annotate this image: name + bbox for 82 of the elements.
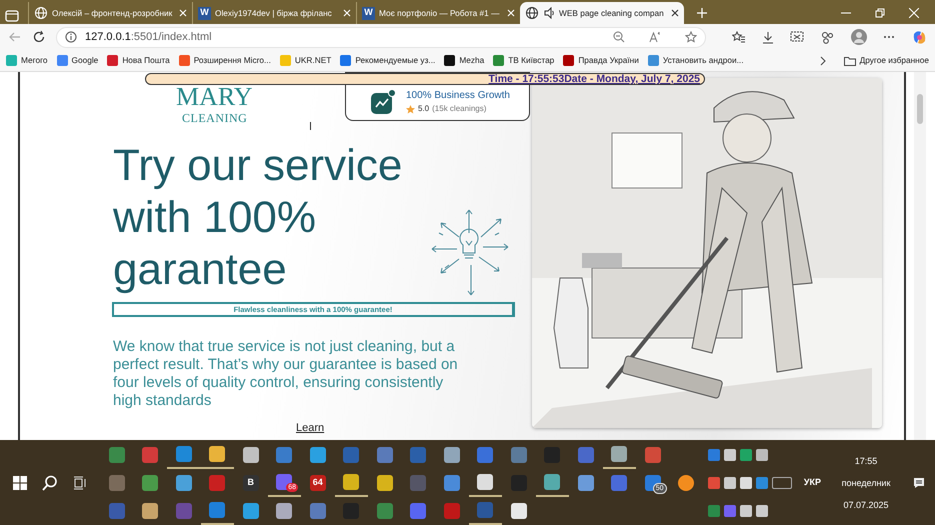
bookmark-icon: [107, 55, 118, 66]
speaker-icon[interactable]: [543, 7, 555, 19]
windows-start-icon[interactable]: [13, 476, 28, 490]
bookmark-item[interactable]: Google: [56, 54, 98, 67]
restore-icon[interactable]: [875, 8, 885, 18]
read-aloud-icon[interactable]: [649, 31, 661, 43]
tray-icon[interactable]: [724, 476, 736, 488]
word-logo-icon: W: [362, 6, 375, 20]
favorites-icon[interactable]: [732, 30, 745, 44]
clock-banner: Time - 17:55:53Date - Monday, July 7, 2025: [145, 73, 705, 85]
scrollbar[interactable]: [914, 72, 926, 440]
bookmark-icon: [56, 55, 68, 66]
tab-title: Моє портфоліо — Робота #1 —: [379, 8, 500, 18]
review-count: (15k cleanings): [432, 103, 486, 115]
headline: Try our service with 100% garantee: [113, 140, 404, 296]
clock-time: 17:55: [854, 454, 878, 468]
intro-paragraph: We know that true service is not just cleaning, but a perfect result. That’s why our guarantee is based on four levels of quality control, ensuring consistently high standards: [113, 338, 459, 410]
bookmark-icon: [444, 55, 456, 66]
reload-icon[interactable]: [32, 30, 46, 44]
tray-icon[interactable]: [756, 448, 768, 460]
card-title: 100% Business Growth: [406, 89, 510, 103]
download-icon[interactable]: [762, 30, 774, 44]
word-logo-icon: W: [198, 6, 211, 20]
learn-link[interactable]: Learn: [296, 422, 324, 435]
bookmark-folder[interactable]: Другое избранное: [844, 54, 929, 67]
tab-title: Olexiy1974dev | біржа фріланс: [215, 8, 332, 18]
screenshot-icon[interactable]: [790, 31, 804, 43]
bookmark-item[interactable]: Рекомендуемые уз...: [340, 54, 436, 67]
tab-actions-icon[interactable]: [4, 8, 20, 24]
bookmark-item[interactable]: Установить андрои...: [648, 54, 744, 67]
text-cursor-icon: [310, 122, 311, 130]
star-icon: [406, 104, 415, 114]
bookmark-icon: [493, 55, 504, 66]
bookmark-icon: [648, 55, 659, 66]
star-icon[interactable]: [685, 31, 697, 43]
tray-icon[interactable]: [772, 476, 792, 488]
tray-icon[interactable]: [740, 504, 752, 516]
task-view-icon[interactable]: [72, 476, 87, 490]
taskbar-app[interactable]: B: [234, 469, 268, 497]
more-icon[interactable]: [883, 35, 896, 39]
bookmark-icon: [340, 55, 352, 66]
bookmark-icon: [563, 55, 574, 66]
rating-value: 5.0: [418, 103, 430, 115]
tray-icon[interactable]: [724, 448, 736, 460]
search-icon[interactable]: [42, 474, 58, 490]
bookmark-item[interactable]: Мегого: [6, 54, 48, 67]
address-field[interactable]: 127.0.0.1:5501/index.html: [56, 26, 706, 48]
bookmark-icon: [6, 55, 17, 66]
chevron-icon[interactable]: [818, 56, 827, 66]
bookmark-item[interactable]: Mezha: [444, 54, 484, 67]
bookmark-item[interactable]: ТВ Київстар: [493, 54, 554, 67]
chart-growth-icon: [370, 88, 396, 114]
logo-tagline: CLEANING: [182, 110, 248, 127]
extensions-icon[interactable]: [820, 30, 834, 44]
new-tab-icon[interactable]: [696, 7, 708, 19]
bookmark-icon: [178, 55, 190, 66]
bookmark-item[interactable]: Розширення Micro...: [178, 54, 271, 67]
clock-weekday: понеделник: [840, 476, 892, 490]
info-icon[interactable]: [65, 31, 77, 43]
notification-icon[interactable]: [913, 476, 925, 488]
bookmark-item[interactable]: Нова Пошта: [107, 54, 170, 67]
bookmark-icon: [280, 55, 291, 66]
logo-name: MARY: [176, 84, 253, 110]
zoom-out-icon[interactable]: [613, 31, 625, 43]
url-text: 127.0.0.1:5501/index.html: [85, 30, 212, 45]
language-indicator[interactable]: УКР: [804, 476, 821, 490]
browser-tab[interactable]: WEB page cleaning compan: [520, 2, 684, 24]
tab-title: WEB page cleaning compan: [559, 8, 664, 18]
copilot-icon[interactable]: [912, 30, 927, 44]
tray-icon[interactable]: [740, 476, 752, 488]
globe-icon: [525, 6, 539, 20]
folder-icon: [844, 56, 856, 66]
bookmark-item[interactable]: Правда України: [563, 54, 639, 67]
close-icon[interactable]: [671, 9, 679, 17]
globe-icon: [34, 6, 48, 20]
bookmark-item[interactable]: UKR.NET: [280, 54, 332, 67]
tray-icon[interactable]: [740, 448, 752, 460]
taskbar-app[interactable]: 64: [301, 469, 334, 497]
clock-date-text: 07.07.2025: [842, 498, 890, 512]
tab-title: Олексій – фронтенд-розробник: [52, 8, 172, 18]
tray-icon[interactable]: [756, 504, 768, 516]
avatar-icon[interactable]: [850, 29, 867, 45]
